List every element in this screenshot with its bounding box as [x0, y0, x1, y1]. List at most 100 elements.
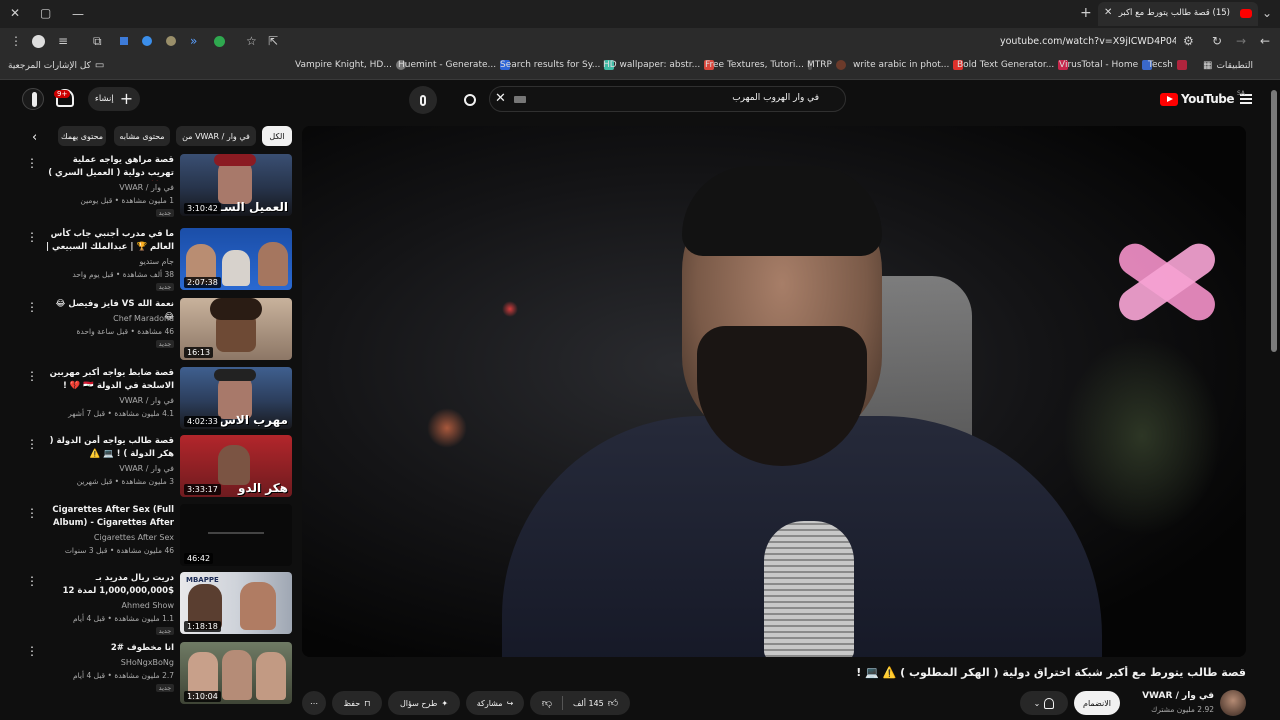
bookmark-6[interactable]: write arabic in phot... — [853, 60, 964, 70]
bookmark-9[interactable]: Tecsh — [1148, 60, 1187, 70]
channel-avatar[interactable] — [1220, 690, 1246, 716]
share-button[interactable]: مشاركة ↪ — [466, 691, 524, 715]
more-actions-icon[interactable]: ⋮ — [26, 506, 38, 520]
presenter-hair — [682, 166, 882, 256]
clear-search-icon[interactable]: ✕ — [495, 91, 506, 106]
minimize-icon[interactable]: — — [72, 8, 84, 20]
more-actions-icon[interactable]: ⋮ — [26, 574, 38, 588]
new-tab-icon[interactable]: + — [1080, 6, 1092, 20]
video-title[interactable]: ما في مدرب أجنبي جاب كأس العالم 🏆 | عبدا… — [46, 228, 174, 255]
chip-from-channel[interactable]: من VWAR / في وار — [176, 126, 256, 146]
save-button[interactable]: حفظ ⊓ — [332, 691, 382, 715]
back-icon[interactable]: ← — [1260, 35, 1270, 47]
dislike-icon[interactable]: 👎︎ — [542, 697, 552, 709]
site-settings-icon[interactable]: ⚙ — [1183, 35, 1194, 47]
more-actions-icon[interactable]: ⋮ — [26, 644, 38, 658]
url-text[interactable]: youtube.com/watch?v=X9jICWD4P04 — [1000, 36, 1176, 47]
more-actions-icon[interactable]: ⋮ — [26, 156, 38, 170]
bookmark-3[interactable]: HD wallpaper: abstr... — [603, 60, 715, 70]
close-tab-icon[interactable]: ✕ — [1104, 7, 1112, 18]
voice-search-button[interactable] — [409, 86, 437, 114]
search-query: في وار الهروب المهرب — [732, 93, 819, 103]
youtube-logo[interactable]: YouTube SA — [1160, 90, 1245, 106]
video-title[interactable]: دريت ريال مدريد بـ $1,000,000,000 لمدة 1… — [46, 572, 174, 599]
more-actions-icon[interactable]: ⋮ — [26, 300, 38, 314]
chips-prev-icon[interactable]: ‹ — [32, 130, 37, 145]
bookmark-1[interactable]: Huemint - Generate... — [398, 60, 511, 70]
extension-grey-icon[interactable] — [166, 36, 176, 46]
bookmark-4[interactable]: Free Textures, Tutori... — [705, 60, 812, 70]
list-item[interactable]: ⋮ انا مخطوف #2 SHoNgxBoNg 2.7 مليون مشاه… — [24, 642, 294, 708]
create-button[interactable]: إنشاء + — [88, 87, 140, 111]
channel-name[interactable]: Ahmed Show — [46, 601, 174, 610]
bookmark-5[interactable]: MTRP — [807, 60, 846, 70]
list-item[interactable]: ⋮ نعمة الله VS فايز وفيصل 😂😂 Chef Marado… — [24, 298, 294, 364]
chip-related[interactable]: محتوى يهمك — [58, 126, 106, 146]
reload-icon[interactable]: ↻ — [1212, 35, 1222, 47]
search-button[interactable] — [456, 86, 484, 114]
list-item[interactable]: ⋮ قصة ضابط يواجه أكبر مهربين الاسلحة في … — [24, 367, 294, 433]
close-window-icon[interactable]: ✕ — [10, 7, 20, 19]
menu-dots-icon[interactable]: ⋮ — [10, 35, 22, 47]
video-title[interactable]: قصة مراهق يواجه عملية تهريب دولية ( العم… — [46, 154, 174, 181]
bookmark-star-icon[interactable]: ☆ — [246, 35, 257, 47]
chip-all[interactable]: الكل — [262, 126, 292, 146]
video-title[interactable]: قصة طالب يواجه أمن الدولة ( هكر الدولة )… — [46, 435, 174, 461]
video-player[interactable] — [302, 126, 1246, 657]
channel-name[interactable]: في وار / VWAR — [46, 396, 174, 405]
page-scrollbar[interactable] — [1271, 90, 1277, 352]
all-bookmarks[interactable]: كل الإشارات المرجعية ▭ — [8, 60, 104, 71]
account-avatar[interactable] — [22, 88, 44, 110]
search-icon — [464, 94, 476, 106]
extension-shield-icon[interactable] — [142, 36, 152, 46]
extension-audio-icon[interactable]: » — [190, 35, 197, 47]
channel-name[interactable]: في وار / VWAR — [1120, 691, 1214, 701]
list-item[interactable]: ⋮ Cigarettes After Sex (Full Album) - Ci… — [24, 504, 294, 570]
profile-icon[interactable] — [32, 35, 45, 48]
channel-name[interactable]: Chef Maradona — [46, 314, 174, 323]
channel-name[interactable]: في وار / VWAR — [46, 464, 174, 473]
channel-name[interactable]: Cigarettes After Sex — [46, 533, 174, 542]
chip-label: محتوى يهمك — [60, 131, 104, 141]
ask-button[interactable]: طرح سؤال ✦ — [388, 691, 460, 715]
like-icon[interactable]: 👍︎ — [608, 697, 618, 709]
video-duration: 3:33:17 — [184, 484, 221, 495]
bookmark-0[interactable]: Vampire Knight, HD... — [295, 60, 406, 70]
video-title[interactable]: انا مخطوف #2 — [46, 642, 174, 655]
more-actions-button[interactable]: ⋯ — [302, 691, 326, 715]
share-label: مشاركة — [476, 698, 503, 708]
list-item[interactable]: ⋮ دريت ريال مدريد بـ $1,000,000,000 لمدة… — [24, 572, 294, 638]
extension-green-icon[interactable] — [214, 36, 225, 47]
search-input[interactable]: ✕ في وار الهروب المهرب — [489, 86, 846, 112]
youtube-logo-text: YouTube — [1181, 92, 1235, 106]
like-count[interactable]: 145 ألف — [573, 699, 604, 708]
more-actions-icon[interactable]: ⋮ — [26, 437, 38, 451]
extension-icon[interactable]: ≡ — [58, 35, 68, 47]
list-item[interactable]: ⋮ قصة طالب يواجه أمن الدولة ( هكر الدولة… — [24, 435, 294, 501]
join-button[interactable]: الانضمام — [1074, 691, 1120, 715]
list-item[interactable]: ⋮ قصة مراهق يواجه عملية تهريب دولية ( ال… — [24, 154, 294, 220]
list-item[interactable]: ⋮ ما في مدرب أجنبي جاب كأس العالم 🏆 | عب… — [24, 228, 294, 294]
channel-name[interactable]: جام ستديو — [46, 257, 174, 266]
video-title[interactable]: قصة ضابط يواجه أكبر مهربين الاسلحة في ال… — [46, 367, 174, 393]
restore-icon[interactable]: ▢ — [40, 7, 51, 19]
extension-blue-icon[interactable] — [120, 37, 128, 45]
apps-shortcut[interactable]: ▦ التطبيقات — [1203, 60, 1253, 71]
keyboard-icon[interactable] — [514, 96, 526, 103]
forward-icon[interactable]: → — [1236, 35, 1246, 47]
active-tab[interactable]: ✕ (15) قصة طالب يتورط مع أكبر ش — [1098, 2, 1258, 26]
create-label: إنشاء — [94, 94, 114, 104]
puzzle-extensions-icon[interactable]: ⧉ — [93, 35, 102, 47]
bookmark-2[interactable]: Search results for Sy... — [500, 60, 615, 70]
channel-name[interactable]: في وار / VWAR — [46, 183, 174, 192]
chip-similar[interactable]: محتوى مشابه — [114, 126, 170, 146]
more-actions-icon[interactable]: ⋮ — [26, 230, 38, 244]
bookmark-8[interactable]: VirusTotal - Home — [1059, 60, 1153, 70]
subscribe-bell-button[interactable]: ⌄ — [1020, 691, 1068, 715]
video-title[interactable]: Cigarettes After Sex (Full Album) - Ciga… — [46, 504, 174, 531]
channel-name[interactable]: SHoNgxBoNg — [46, 658, 174, 667]
install-app-icon[interactable]: ⇱ — [268, 35, 278, 47]
bookmark-7[interactable]: Bold Text Generator... — [957, 60, 1069, 70]
more-actions-icon[interactable]: ⋮ — [26, 369, 38, 383]
tab-search-chevron-icon[interactable]: ⌄ — [1262, 7, 1272, 19]
